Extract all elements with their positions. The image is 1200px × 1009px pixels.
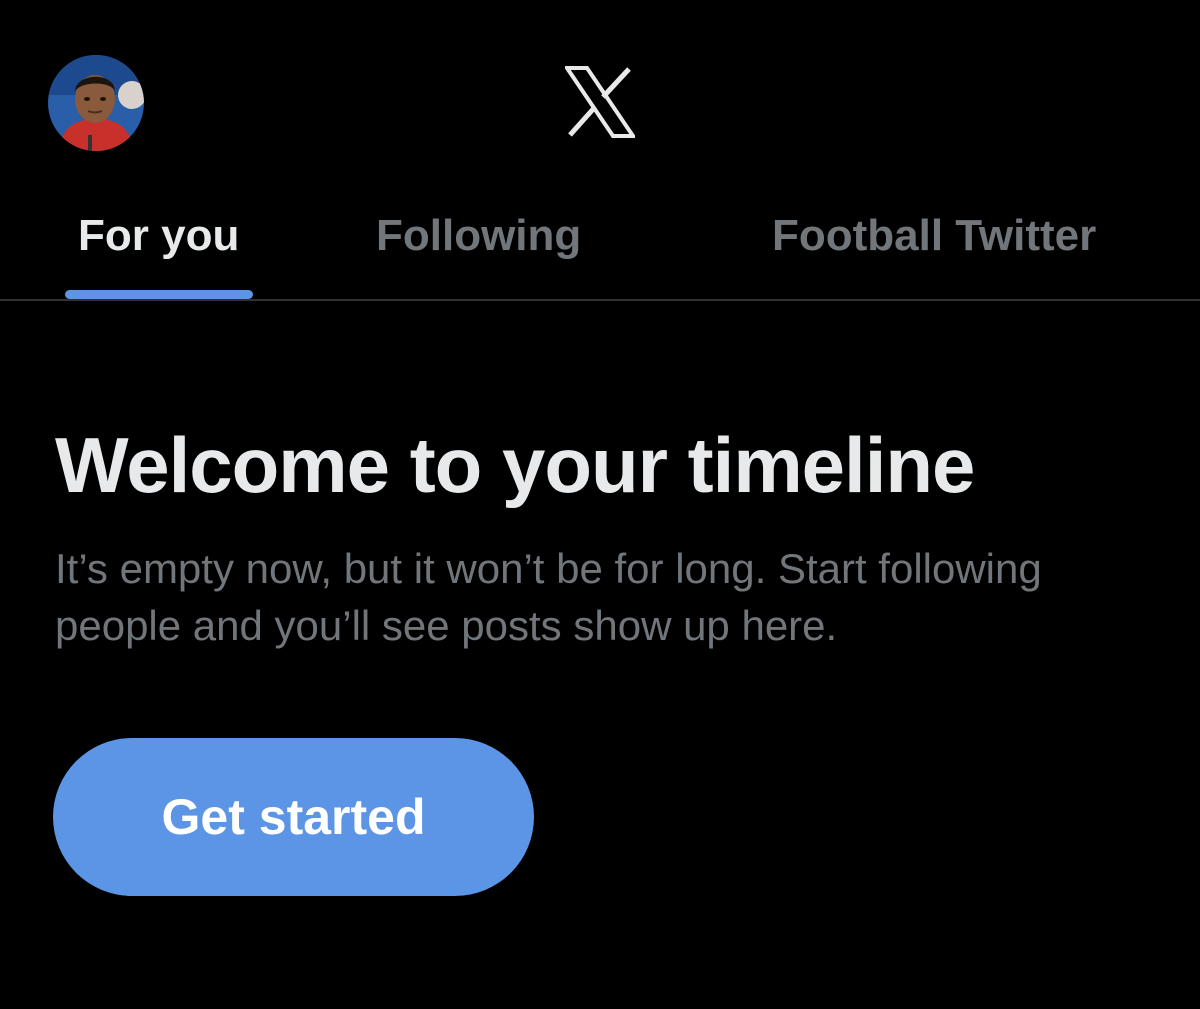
- tab-following[interactable]: Following: [376, 210, 581, 262]
- get-started-button[interactable]: Get started: [53, 738, 534, 896]
- x-logo-icon[interactable]: [565, 66, 635, 138]
- profile-photo-icon: [48, 55, 144, 151]
- welcome-subtext: It’s empty now, but it won’t be for long…: [55, 545, 1042, 649]
- tabs-divider: [0, 299, 1200, 301]
- active-tab-indicator: [65, 290, 253, 299]
- welcome-headline: Welcome to your timeline: [55, 421, 975, 509]
- avatar[interactable]: [48, 55, 144, 151]
- timeline-tabs: For you Following Football Twitter: [0, 190, 1200, 300]
- tab-for-you[interactable]: For you: [78, 210, 239, 262]
- tab-football-twitter[interactable]: Football Twitter: [772, 210, 1096, 262]
